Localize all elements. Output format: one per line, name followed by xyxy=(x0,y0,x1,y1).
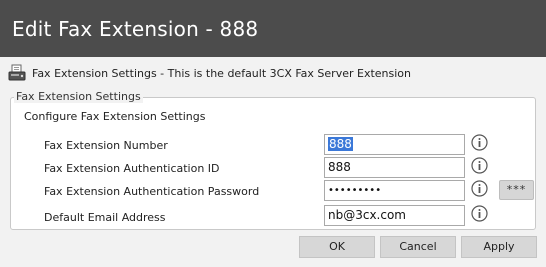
default-email-address-input[interactable]: nb@3cx.com xyxy=(324,205,465,226)
ok-button[interactable]: OK xyxy=(299,236,375,258)
apply-button[interactable]: Apply xyxy=(461,236,537,258)
selected-text: 888 xyxy=(328,137,353,151)
section-header: Fax Extension Settings - This is the def… xyxy=(8,64,538,82)
fax-extension-auth-password-input[interactable]: ••••••••• xyxy=(324,180,465,201)
show-password-button[interactable]: *** xyxy=(499,180,534,200)
fax-extension-auth-id-input[interactable]: 888 xyxy=(324,157,465,178)
fax-extension-auth-password-label: Fax Extension Authentication Password xyxy=(44,185,260,198)
panel-subtitle: Configure Fax Extension Settings xyxy=(24,110,206,123)
info-icon[interactable] xyxy=(471,205,488,222)
default-email-address-label: Default Email Address xyxy=(44,211,166,224)
info-icon[interactable] xyxy=(471,180,488,197)
window-title: Edit Fax Extension - 888 xyxy=(12,17,259,41)
cancel-button[interactable]: Cancel xyxy=(380,236,456,258)
info-icon[interactable] xyxy=(471,157,488,174)
info-icon[interactable] xyxy=(471,134,488,151)
fax-extension-number-label: Fax Extension Number xyxy=(44,139,168,152)
title-bar: Edit Fax Extension - 888 xyxy=(0,0,546,57)
panel-legend: Fax Extension Settings xyxy=(14,90,143,103)
fax-icon xyxy=(8,64,26,81)
fax-extension-number-input[interactable]: 888 xyxy=(324,134,465,155)
fax-extension-auth-id-label: Fax Extension Authentication ID xyxy=(44,162,220,175)
section-header-label: Fax Extension Settings - This is the def… xyxy=(32,67,411,80)
